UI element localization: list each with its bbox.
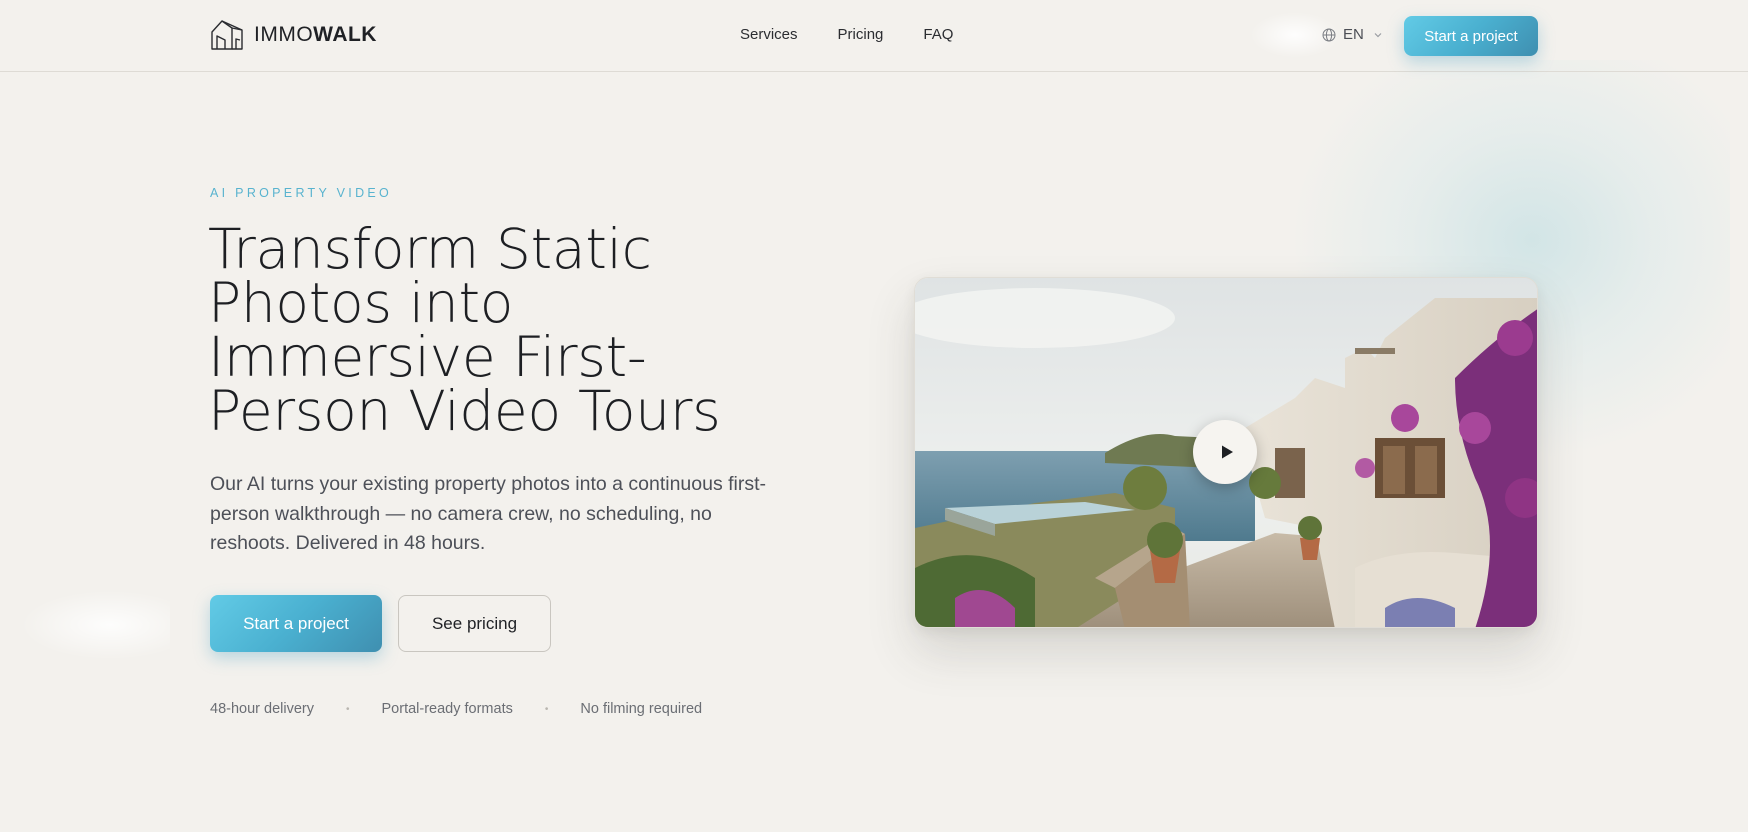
hero-lead: Our AI turns your existing property phot… xyxy=(210,473,767,554)
feature-item: 48-hour delivery xyxy=(210,701,314,717)
separator-dot: • xyxy=(345,703,350,715)
language-label: EN xyxy=(1343,26,1364,43)
brand-name-light: IMMO xyxy=(254,23,314,46)
feature-list: 48-hour delivery • Portal-ready formats … xyxy=(210,701,702,717)
nav-link-pricing[interactable]: Pricing xyxy=(838,26,884,43)
nav-start-project-button[interactable]: Start a project xyxy=(1404,16,1538,56)
language-selector[interactable]: EN xyxy=(1322,26,1390,43)
chevron-down-icon xyxy=(1374,32,1382,37)
video-preview[interactable] xyxy=(914,277,1538,628)
brand-name-bold: WALK xyxy=(313,23,377,46)
hero-title: Transform Static Photos into Immersive F… xyxy=(208,217,721,443)
nav-link-faq[interactable]: FAQ xyxy=(923,26,953,43)
hero-eyebrow: AI PROPERTY VIDEO xyxy=(210,186,393,200)
hero-start-project-button[interactable]: Start a project xyxy=(210,595,382,652)
see-pricing-button[interactable]: See pricing xyxy=(398,595,551,652)
house-outline-icon xyxy=(211,20,243,50)
separator-dot: • xyxy=(544,703,549,715)
brand-name: IMMOWALK xyxy=(254,23,377,47)
play-icon xyxy=(1221,445,1233,459)
globe-icon xyxy=(1322,28,1336,41)
top-navbar: IMMOWALK Services Pricing FAQ EN Start a… xyxy=(0,0,1748,72)
background-glow-left xyxy=(20,590,170,660)
nav-link-services[interactable]: Services xyxy=(740,26,798,43)
main-nav: Services Pricing FAQ xyxy=(740,26,993,43)
brand-logo[interactable]: IMMOWALK xyxy=(210,18,377,52)
feature-item: Portal-ready formats xyxy=(381,701,513,717)
feature-item: No filming required xyxy=(580,701,703,717)
play-button[interactable] xyxy=(1193,420,1257,484)
